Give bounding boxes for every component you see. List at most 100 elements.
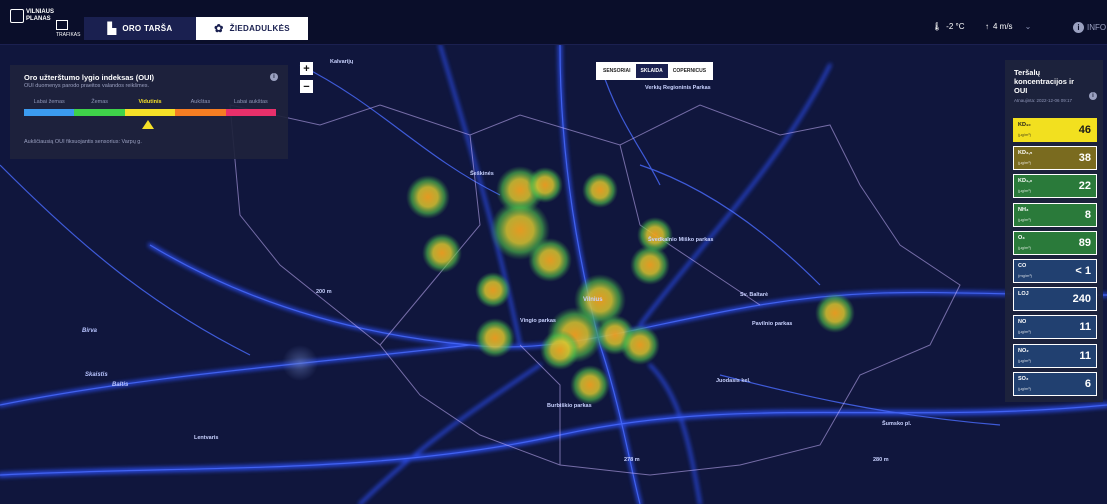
pollutant-value: 11	[1079, 321, 1091, 334]
layer-sklaida-button[interactable]: SKLAIDA	[635, 64, 668, 78]
map-label: 280 m	[873, 457, 889, 463]
layer-sensoriai-button[interactable]: SENSORIAI	[598, 64, 636, 78]
pollutant-name: KD₁₀	[1018, 122, 1031, 128]
map-label: Sv. Baltarė	[740, 292, 769, 298]
chevron-down-icon: ⌄	[1024, 22, 1032, 31]
info-icon[interactable]: i	[1089, 92, 1097, 100]
pollutant-name: NH₃	[1018, 206, 1029, 213]
aqi-level-label: Aukštas	[190, 99, 211, 105]
pollutant-card[interactable]: SO₂ (µg/m³) 6	[1013, 371, 1097, 396]
map-label: Baltis	[112, 382, 129, 388]
aqi-level-label: Žemas	[91, 99, 109, 105]
pollutant-unit: (µg/m³)	[1018, 188, 1031, 194]
pollutant-name: CO	[1018, 263, 1027, 269]
pollutant-card[interactable]: LOJ 240	[1013, 287, 1097, 312]
pollutant-card[interactable]: NO (µg/m³) 11	[1013, 315, 1097, 340]
pollutant-unit: (µg/m³)	[1018, 132, 1031, 137]
zoom-controls: + −	[300, 62, 313, 98]
layer-copernicus-button[interactable]: COPERNICUS	[668, 64, 711, 78]
tab-label: ORO TARŠA	[122, 24, 173, 33]
pollutant-value: 8	[1084, 208, 1091, 221]
aqi-color-segment	[124, 109, 176, 116]
aqi-color-segment	[24, 109, 75, 116]
pollutant-card[interactable]: CO (mg/m³) < 1	[1013, 259, 1097, 283]
pollutant-card[interactable]: O₃ (µg/m³) 89	[1013, 230, 1097, 255]
map-label: Pavilnio parkas	[752, 321, 793, 327]
pollutant-value: 38	[1078, 152, 1091, 165]
pollutant-name: KD₂,₅	[1018, 150, 1033, 157]
map-label: Šeškinės	[470, 171, 494, 177]
zoom-in-button[interactable]: +	[300, 62, 313, 75]
pollutant-unit: (mg/m³)	[1018, 273, 1032, 278]
map-label: Vingio parkas	[520, 318, 556, 324]
pollutant-unit: (µg/m³)	[1018, 216, 1031, 222]
map-label: Birva	[82, 328, 98, 334]
aqi-color-segment	[175, 109, 226, 116]
main-tabs: ▙ ORO TARŠA ✿ ŽIEDADULKĖS	[84, 17, 308, 40]
pollutant-unit: (µg/m³)	[1018, 329, 1031, 335]
aqi-note: Aukščiausią OUI fiksuojantis sensorius: …	[24, 139, 142, 145]
vilnius-planas-logo[interactable]: VILNIAUS PLANAS TRAFIKAS	[8, 6, 80, 38]
map-label: Vilnius	[583, 297, 603, 303]
pollutant-card[interactable]: KD₁,₀ (µg/m³) 22	[1013, 174, 1097, 199]
map-label: Verkių Regioninis Parkas	[645, 85, 711, 91]
pollutant-unit: (µg/m³)	[1018, 244, 1031, 250]
pollution-heatmap	[282, 166, 855, 405]
tab-oro-tarsa[interactable]: ▙ ORO TARŠA	[84, 17, 196, 40]
layer-switcher: SENSORIAI SKLAIDA COPERNICUS	[596, 62, 714, 80]
pollutants-title: Teršalų koncentracijos ir OUI	[1014, 68, 1075, 95]
pollutant-unit: (µg/m³)	[1018, 160, 1031, 166]
logo-line1: VILNIAUS	[26, 9, 55, 15]
map-label: Švedkalnio Miško parkas	[648, 237, 714, 243]
pollutant-name: NO	[1018, 319, 1027, 326]
pollutant-unit: (µg/m³)	[1018, 385, 1031, 391]
pollutant-name: NO₂	[1018, 347, 1029, 354]
aqi-subtitle: OUI duomenys parodo praeitos valandos re…	[24, 83, 150, 89]
map-label: Burbiškio parkas	[547, 403, 592, 409]
aqi-color-scale	[24, 109, 277, 116]
pollutant-value: 11	[1079, 349, 1091, 362]
info-label: INFO	[1087, 23, 1107, 32]
pollen-icon: ✿	[214, 23, 224, 35]
aqi-level-labels: Labai žemas Žemas Vidutinis Aukštas Laba…	[24, 99, 276, 105]
top-bar: VILNIAUS PLANAS TRAFIKAS ▙ ORO TARŠA ✿ ŽI…	[0, 0, 1107, 45]
temperature-value: -2 °C	[946, 22, 965, 31]
city-logo-icon	[10, 9, 24, 23]
info-icon[interactable]: i	[270, 73, 278, 81]
tab-ziedadulkes[interactable]: ✿ ŽIEDADULKĖS	[196, 17, 308, 40]
pollutant-card[interactable]: NO₂ (µg/m³) 11	[1013, 343, 1097, 368]
tab-label: ŽIEDADULKĖS	[229, 24, 290, 33]
logo-sub: TRAFIKAS	[56, 32, 81, 38]
pollutant-card[interactable]: KD₁₀ (µg/m³) 46	[1013, 118, 1097, 142]
pollutant-value: 6	[1084, 377, 1091, 390]
pollutant-name: LOJ	[1018, 291, 1029, 298]
traffic-icon	[56, 20, 68, 30]
pollutant-value: < 1	[1075, 265, 1091, 277]
wind-readout[interactable]: ↑ 4 m/s ⌄	[985, 22, 1031, 31]
pollutant-card[interactable]: NH₃ (µg/m³) 8	[1013, 202, 1097, 227]
info-icon: i	[1073, 22, 1084, 33]
pollutant-card[interactable]: KD₂,₅ (µg/m³) 38	[1013, 146, 1097, 171]
map-label: Kalvarijų	[330, 59, 354, 65]
info-button[interactable]: i INFO	[1073, 22, 1106, 33]
pollutants-panel: Teršalų koncentracijos ir OUI i Atnaujin…	[1005, 60, 1103, 402]
pollutant-value: 240	[1072, 293, 1091, 306]
aqi-title: Oro užterštumo lygio indeksas (OUI)	[24, 73, 155, 82]
aqi-color-segment	[225, 109, 277, 116]
logo-line2: PLANAS	[26, 16, 51, 22]
pollutant-name: KD₁,₀	[1018, 178, 1033, 185]
pollutants-date: Atnaujinta: 2022-12-06 09:17	[1014, 98, 1073, 103]
aqi-color-segment	[74, 109, 125, 116]
map-label: 200 m	[316, 289, 332, 295]
aqi-legend-panel: Oro užterštumo lygio indeksas (OUI) OUI …	[10, 65, 288, 159]
pollutant-value: 22	[1078, 180, 1091, 193]
pollutant-name: SO₂	[1018, 375, 1029, 382]
map-label: Juodasis kel.	[716, 378, 751, 384]
map-label: Skaistis	[85, 372, 108, 378]
zoom-out-button[interactable]: −	[300, 80, 313, 93]
map-label: 278 m	[624, 457, 640, 463]
aqi-level-label: Labai aukštas	[233, 99, 268, 105]
factory-icon: ▙	[107, 23, 117, 35]
wind-value: 4 m/s	[993, 22, 1013, 31]
aqi-level-label: Labai žemas	[33, 99, 65, 105]
